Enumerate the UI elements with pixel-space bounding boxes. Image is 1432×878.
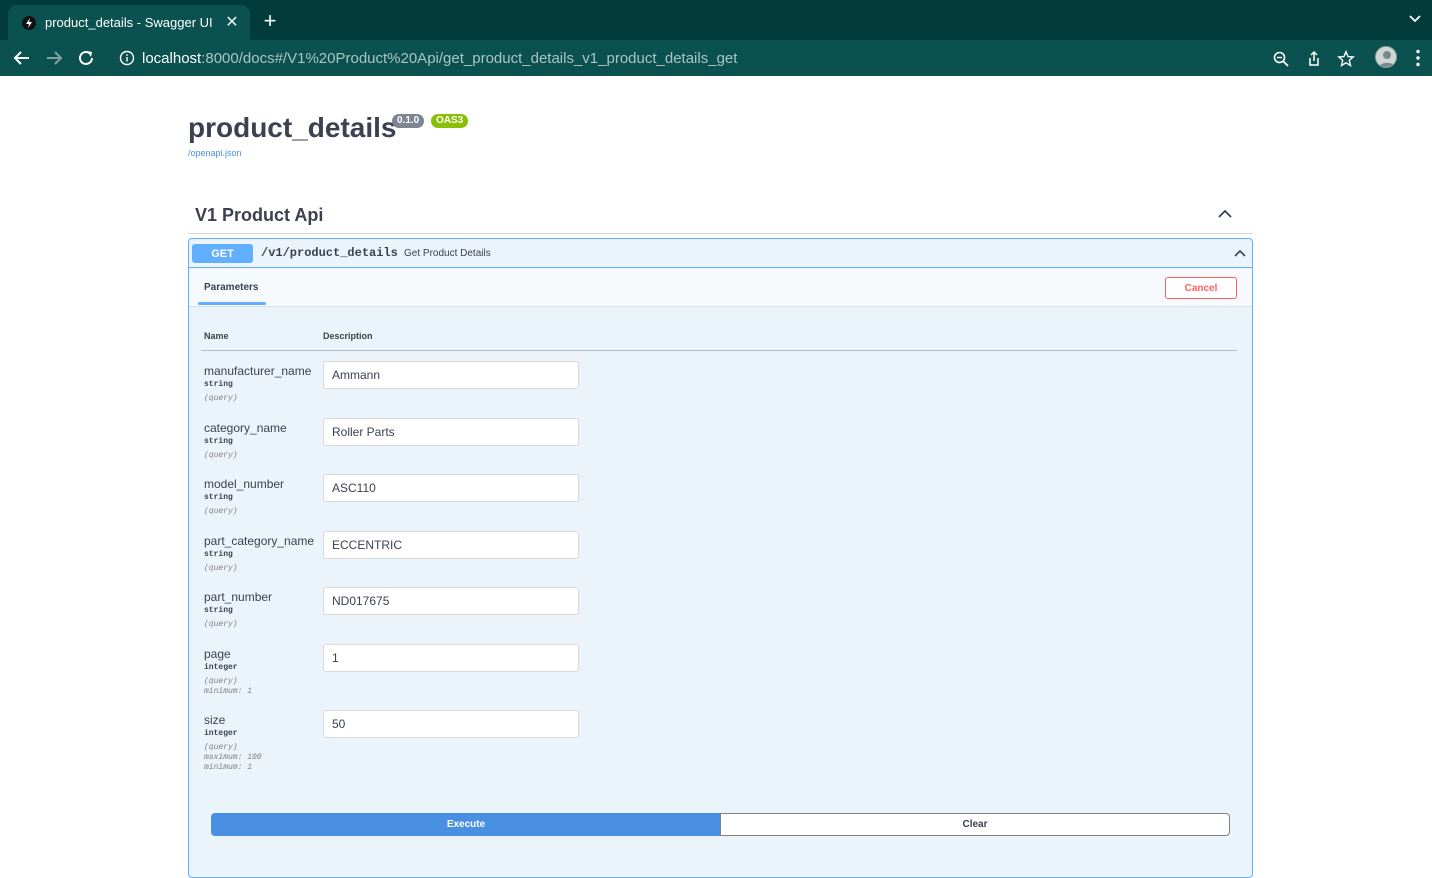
parameter-input-manufacturer-name[interactable] bbox=[323, 361, 579, 389]
parameter-type: integer bbox=[204, 729, 238, 738]
parameter-input-model-number[interactable] bbox=[323, 474, 579, 502]
parameter-name: model_number bbox=[204, 477, 285, 491]
chevron-up-icon[interactable] bbox=[1233, 248, 1247, 259]
parameter-type: string bbox=[204, 493, 233, 502]
tab-parameters[interactable]: Parameters bbox=[204, 282, 258, 293]
url-text: localhost:8000/docs#/V1%20Product%20Api/… bbox=[142, 50, 737, 67]
parameter-location: (query) bbox=[204, 451, 238, 460]
parameter-type: string bbox=[204, 437, 233, 446]
api-title: product_details bbox=[188, 112, 397, 143]
forward-arrow-icon bbox=[47, 51, 63, 65]
parameter-name: manufacturer_name bbox=[204, 364, 312, 378]
parameter-constraint: maximum: 100 bbox=[204, 753, 262, 762]
forward-button[interactable] bbox=[43, 47, 65, 69]
parameter-type: string bbox=[204, 550, 233, 559]
browser-tab[interactable]: product_details - Swagger UI ✕ bbox=[8, 5, 250, 40]
profile-avatar[interactable] bbox=[1375, 46, 1397, 68]
parameter-constraint: minimum: 1 bbox=[204, 687, 253, 696]
parameter-name: page bbox=[204, 647, 231, 661]
section-divider bbox=[188, 233, 1253, 234]
collapse-chevron-icon[interactable] bbox=[1216, 207, 1234, 221]
tab-title: product_details - Swagger UI bbox=[45, 15, 213, 30]
parameter-name: part_category_name bbox=[204, 534, 315, 548]
swagger-favicon-icon bbox=[22, 15, 36, 30]
clear-button[interactable]: Clear bbox=[720, 813, 1230, 836]
column-header-description: Description bbox=[323, 331, 373, 341]
operation-summary-bar[interactable]: GET /v1/product_details Get Product Deta… bbox=[189, 239, 1252, 268]
cancel-button[interactable]: Cancel bbox=[1165, 277, 1237, 299]
profile-picture-icon bbox=[1379, 51, 1395, 67]
parameter-type: string bbox=[204, 606, 233, 615]
operation-path: /v1/product_details bbox=[261, 246, 398, 260]
browser-toolbar: localhost:8000/docs#/V1%20Product%20Api/… bbox=[0, 40, 1432, 76]
column-header-name: Name bbox=[204, 331, 229, 341]
reload-button[interactable] bbox=[75, 47, 97, 69]
parameter-name: category_name bbox=[204, 421, 287, 435]
parameter-type: integer bbox=[204, 663, 238, 672]
url-host: localhost bbox=[142, 49, 202, 67]
new-tab-button[interactable]: + bbox=[260, 10, 280, 32]
parameters-header: Parameters Cancel bbox=[189, 269, 1252, 307]
execute-button[interactable]: Execute bbox=[211, 813, 721, 836]
browser-tab-strip: product_details - Swagger UI ✕ + bbox=[0, 0, 1432, 40]
parameter-constraint: minimum: 1 bbox=[204, 763, 253, 772]
parameter-location: (query) bbox=[204, 564, 238, 573]
more-menu-icon[interactable] bbox=[1413, 48, 1423, 68]
parameter-name: size bbox=[204, 713, 226, 727]
operation-summary: Get Product Details bbox=[404, 248, 491, 259]
back-arrow-icon bbox=[13, 51, 29, 65]
parameter-input-part-category-name[interactable] bbox=[323, 531, 579, 559]
zoom-icon[interactable] bbox=[1272, 50, 1290, 68]
parameter-type: string bbox=[204, 380, 233, 389]
info-icon[interactable] bbox=[119, 50, 135, 66]
share-icon[interactable] bbox=[1305, 50, 1323, 68]
parameter-location: (query) bbox=[204, 620, 238, 629]
address-bar[interactable]: localhost:8000/docs#/V1%20Product%20Api/… bbox=[108, 43, 1366, 73]
parameter-input-page[interactable] bbox=[323, 644, 579, 672]
operation-block: GET /v1/product_details Get Product Deta… bbox=[188, 238, 1253, 878]
version-badge: 0.1.0 bbox=[392, 114, 425, 128]
tag-section-title[interactable]: V1 Product Api bbox=[195, 205, 323, 226]
parameter-input-size[interactable] bbox=[323, 710, 579, 738]
parameter-location: (query) bbox=[204, 677, 238, 686]
tab-close-icon[interactable]: ✕ bbox=[224, 14, 240, 31]
parameter-input-category-name[interactable] bbox=[323, 418, 579, 446]
url-rest: :8000/docs#/V1%20Product%20Api/get_produ… bbox=[201, 49, 738, 67]
parameter-name: part_number bbox=[204, 590, 273, 604]
parameter-location: (query) bbox=[204, 507, 238, 516]
parameter-location: (query) bbox=[204, 743, 238, 752]
parameter-input-part-number[interactable] bbox=[323, 587, 579, 615]
table-header-divider bbox=[201, 350, 1237, 351]
http-method-badge: GET bbox=[192, 244, 253, 263]
openapi-json-link[interactable]: /openapi.json bbox=[188, 148, 242, 158]
back-button[interactable] bbox=[11, 47, 33, 69]
tab-list-chevron-icon[interactable] bbox=[1408, 12, 1422, 26]
parameter-location: (query) bbox=[204, 394, 238, 403]
oas-badge: OAS3 bbox=[431, 114, 469, 128]
active-tab-indicator bbox=[198, 302, 266, 305]
bookmark-star-icon[interactable] bbox=[1337, 50, 1355, 68]
reload-icon bbox=[79, 50, 93, 65]
